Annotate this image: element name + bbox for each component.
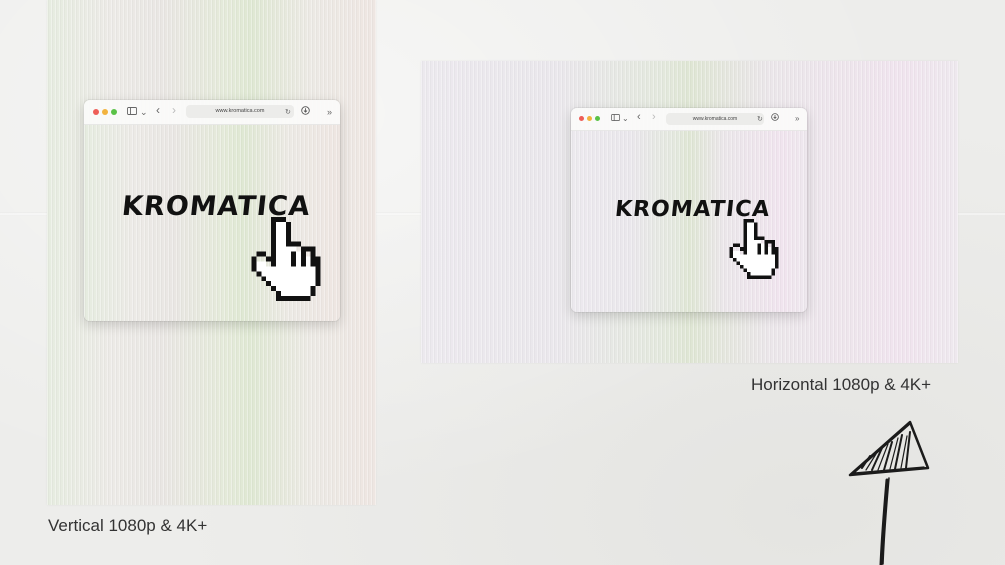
browser-content: KROMATICA [571, 131, 807, 312]
browser-toolbar: ⌄ ‹ › www.kromatica.com ↻ » [571, 108, 807, 131]
maximize-window-button[interactable] [111, 109, 117, 115]
sidebar-toggle-icon[interactable] [127, 106, 137, 118]
minimize-window-button[interactable] [102, 109, 108, 115]
hand-pointer-icon [251, 217, 321, 301]
chevron-down-icon[interactable]: ⌄ [622, 113, 629, 125]
more-chevrons-icon[interactable]: » [327, 106, 332, 118]
download-icon[interactable] [301, 106, 310, 118]
hand-drawn-arrow-icon [848, 420, 930, 565]
horizontal-browser-window: ⌄ ‹ › www.kromatica.com ↻ » KROMATICA [571, 108, 807, 312]
browser-toolbar: ⌄ ‹ › www.kromatica.com ↻ » [84, 100, 340, 125]
minimize-window-button[interactable] [587, 116, 592, 121]
reload-icon[interactable]: ↻ [285, 107, 291, 119]
address-bar[interactable]: www.kromatica.com [666, 113, 764, 125]
close-window-button[interactable] [93, 109, 99, 115]
reload-icon[interactable]: ↻ [757, 114, 763, 126]
forward-arrow-icon[interactable]: › [652, 111, 656, 123]
more-chevrons-icon[interactable]: » [795, 113, 799, 125]
url-text: www.kromatica.com [692, 116, 738, 122]
hand-pointer-icon [729, 219, 779, 279]
back-arrow-icon[interactable]: ‹ [156, 104, 160, 116]
back-arrow-icon[interactable]: ‹ [637, 111, 641, 123]
maximize-window-button[interactable] [595, 116, 600, 121]
download-icon[interactable] [771, 113, 779, 125]
address-bar[interactable]: www.kromatica.com [186, 105, 294, 118]
browser-content: KROMATICA [84, 125, 340, 321]
close-window-button[interactable] [579, 116, 584, 121]
vertical-browser-window: ⌄ ‹ › www.kromatica.com ↻ » KROMATICA [84, 100, 340, 321]
horizontal-caption: Horizontal 1080p & 4K+ [751, 375, 932, 394]
sidebar-toggle-icon[interactable] [611, 113, 620, 125]
forward-arrow-icon[interactable]: › [172, 104, 176, 116]
vertical-caption: Vertical 1080p & 4K+ [48, 516, 208, 535]
chevron-down-icon[interactable]: ⌄ [140, 106, 148, 118]
url-text: www.kromatica.com [215, 108, 265, 114]
